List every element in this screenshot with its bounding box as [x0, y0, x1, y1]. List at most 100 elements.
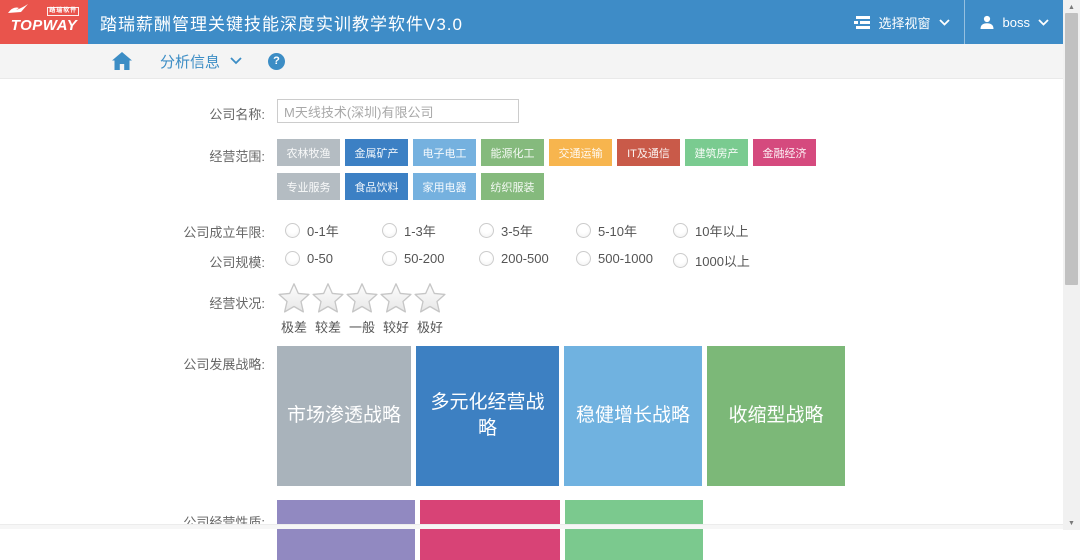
star-icon[interactable] [413, 281, 447, 315]
operating-status-row: 经营状况: 极差 较差 一般 较好 极好 [0, 281, 447, 336]
star-icon[interactable] [311, 281, 345, 315]
development-strategy-row: 公司发展战略: 市场渗透战略 多元化经营战略 稳健增长战略 收缩型战略 [0, 346, 850, 486]
star-label: 较好 [379, 317, 413, 336]
brand-text: TOPWAY [11, 17, 78, 34]
business-scope-row1: 经营范围: 农林牧渔 金属矿产 电子电工 能源化工 交通运输 IT及通信 建筑房… [0, 139, 821, 166]
star-icon[interactable] [345, 281, 379, 315]
nature-block-2[interactable] [420, 500, 560, 560]
radio-label: 0-1年 [307, 221, 339, 240]
radio-age-0-1[interactable]: 0-1年 [285, 221, 382, 240]
radio-circle[interactable] [285, 251, 300, 266]
star-label: 极差 [277, 317, 311, 336]
user-icon [979, 14, 995, 30]
radio-age-5-10[interactable]: 5-10年 [576, 221, 673, 240]
radio-label: 200-500 [501, 251, 549, 266]
star-rating: 极差 较差 一般 较好 极好 [277, 281, 447, 336]
app-title: 踏瑞薪酬管理关键技能深度实训教学软件V3.0 [100, 10, 463, 35]
scope-tag[interactable]: 建筑房产 [685, 139, 748, 166]
app-header: TOPWAY 踏瑞软件 踏瑞薪酬管理关键技能深度实训教学软件V3.0 选择视窗 … [0, 0, 1063, 44]
radio-label: 50-200 [404, 251, 444, 266]
radio-age-10plus[interactable]: 10年以上 [673, 221, 770, 240]
scope-tag[interactable]: 食品饮料 [345, 173, 408, 200]
scrollbar-up-arrow-icon[interactable]: ▲ [1063, 0, 1080, 14]
company-age-label: 公司成立年限: [0, 221, 265, 241]
star-icon[interactable] [277, 281, 311, 315]
radio-circle[interactable] [673, 223, 688, 238]
nature-block-1[interactable] [277, 500, 415, 560]
scrollbar-down-arrow-icon[interactable]: ▼ [1063, 516, 1080, 530]
company-size-row: 公司规模: 0-50 50-200 200-500 500-1000 1000以… [0, 251, 770, 271]
username-label: boss [1003, 15, 1030, 30]
radio-circle[interactable] [576, 251, 591, 266]
star-label: 极好 [413, 317, 447, 336]
strategy-block-retrenchment[interactable]: 收缩型战略 [707, 346, 845, 486]
radio-size-500-1000[interactable]: 500-1000 [576, 251, 673, 266]
business-scope-row2: 专业服务 食品饮料 家用电器 纺织服装 [0, 173, 549, 200]
star-icon[interactable] [379, 281, 413, 315]
scope-tag[interactable]: IT及通信 [617, 139, 680, 166]
secondary-navbar: 分析信息 ? [0, 44, 1063, 79]
company-name-row: 公司名称: [0, 99, 519, 123]
nav-menu-analysis[interactable]: 分析信息 [160, 51, 242, 72]
development-strategy-label: 公司发展战略: [0, 346, 265, 373]
radio-circle[interactable] [382, 251, 397, 266]
company-name-label: 公司名称: [0, 99, 265, 123]
radio-label: 10年以上 [695, 221, 748, 240]
chevron-down-icon [939, 19, 950, 26]
strategy-block-diversification[interactable]: 多元化经营战略 [416, 346, 559, 486]
view-list-icon [854, 16, 871, 29]
scope-tag[interactable]: 纺织服装 [481, 173, 544, 200]
vertical-scrollbar[interactable]: ▲ ▼ [1063, 0, 1080, 530]
logo-inner: TOPWAY 踏瑞软件 [11, 11, 78, 34]
header-right: 选择视窗 boss [840, 0, 1063, 44]
view-selector-label: 选择视窗 [879, 13, 931, 32]
company-age-row: 公司成立年限: 0-1年 1-3年 3-5年 5-10年 10年以上 [0, 221, 770, 241]
radio-size-200-500[interactable]: 200-500 [479, 251, 576, 266]
radio-circle[interactable] [479, 223, 494, 238]
home-button[interactable] [112, 52, 132, 70]
business-scope-label: 经营范围: [0, 139, 265, 165]
radio-size-50-200[interactable]: 50-200 [382, 251, 479, 266]
radio-circle[interactable] [576, 223, 591, 238]
user-dropdown[interactable]: boss [965, 0, 1063, 44]
form-content: 公司名称: 经营范围: 农林牧渔 金属矿产 电子电工 能源化工 交通运输 IT及… [0, 79, 1063, 530]
radio-label: 500-1000 [598, 251, 653, 266]
chevron-down-icon [1038, 19, 1049, 26]
help-icon: ? [273, 55, 280, 67]
brand-subtext: 踏瑞软件 [47, 7, 79, 16]
radio-label: 1-3年 [404, 221, 436, 240]
scope-tag[interactable]: 家用电器 [413, 173, 476, 200]
radio-circle[interactable] [673, 253, 688, 268]
scope-tag[interactable]: 能源化工 [481, 139, 544, 166]
scope-tag[interactable]: 金融经济 [753, 139, 816, 166]
nav-menu-label: 分析信息 [160, 51, 220, 72]
radio-age-1-3[interactable]: 1-3年 [382, 221, 479, 240]
strategy-block-steady-growth[interactable]: 稳健增长战略 [564, 346, 702, 486]
topway-logo[interactable]: TOPWAY 踏瑞软件 [0, 0, 88, 44]
view-selector-dropdown[interactable]: 选择视窗 [840, 0, 964, 44]
radio-circle[interactable] [382, 223, 397, 238]
business-nature-row: 公司经营性质: [0, 500, 708, 560]
radio-age-3-5[interactable]: 3-5年 [479, 221, 576, 240]
nature-block-3[interactable] [565, 500, 703, 560]
radio-circle[interactable] [479, 251, 494, 266]
radio-size-1000plus[interactable]: 1000以上 [673, 251, 770, 270]
scope-tag[interactable]: 电子电工 [413, 139, 476, 166]
scope-tag[interactable]: 专业服务 [277, 173, 340, 200]
radio-size-0-50[interactable]: 0-50 [285, 251, 382, 266]
radio-circle[interactable] [285, 223, 300, 238]
radio-label: 3-5年 [501, 221, 533, 240]
company-name-input[interactable] [277, 99, 519, 123]
radio-label: 5-10年 [598, 221, 637, 240]
company-size-label: 公司规模: [0, 251, 265, 271]
strategy-block-market-penetration[interactable]: 市场渗透战略 [277, 346, 411, 486]
scrollbar-thumb[interactable] [1065, 13, 1078, 285]
radio-label: 0-50 [307, 251, 333, 266]
star-label: 一般 [345, 317, 379, 336]
help-button[interactable]: ? [268, 53, 285, 70]
operating-status-label: 经营状况: [0, 281, 265, 312]
radio-label: 1000以上 [695, 251, 750, 270]
scope-tag[interactable]: 农林牧渔 [277, 139, 340, 166]
scope-tag[interactable]: 金属矿产 [345, 139, 408, 166]
scope-tag[interactable]: 交通运输 [549, 139, 612, 166]
